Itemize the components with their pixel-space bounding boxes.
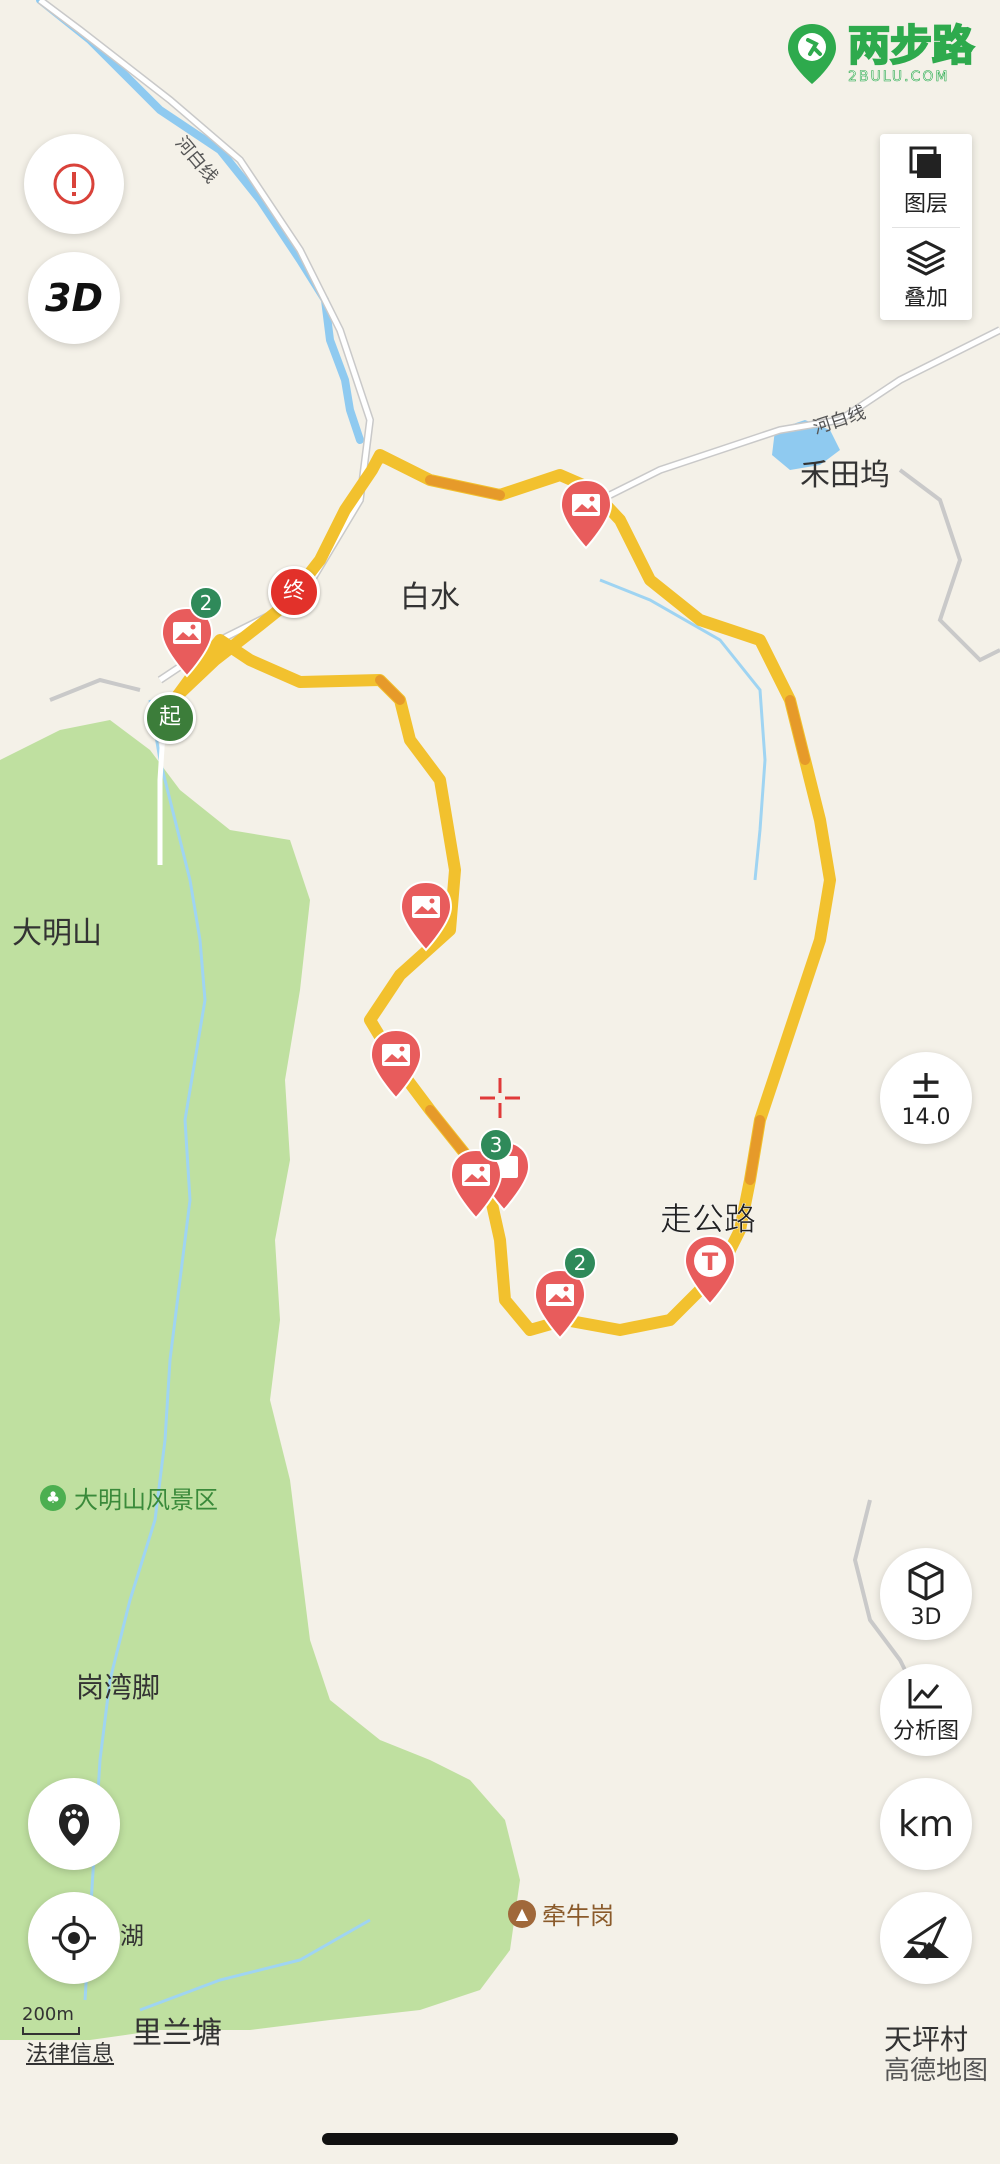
cube-3d-label: 3D <box>910 1604 942 1630</box>
start-marker[interactable]: 起 <box>144 692 196 744</box>
place-baishui: 白水 <box>400 580 460 615</box>
mountain-peak-icon: ▲ <box>508 1899 536 1928</box>
cube-icon <box>908 1561 944 1600</box>
scenic-icon: ♣ <box>40 1484 66 1511</box>
alert-icon <box>53 163 95 205</box>
scale-value: 200m <box>22 2004 74 2025</box>
road-east-wiggle <box>898 468 1000 663</box>
photo-count-badge: 2 <box>189 586 223 620</box>
threeD-toggle-button[interactable]: 3D <box>28 252 120 344</box>
brand-pin-icon <box>788 24 836 84</box>
scale-line <box>22 2027 80 2035</box>
map-stage[interactable]: 两步路 2BULU.COM 3D 图层 叠加 白水 禾田坞 大明山 ♣ 大明山风… <box>0 0 1000 2164</box>
photo-pin-2[interactable] <box>558 478 614 550</box>
cube-3d-button[interactable]: 3D <box>880 1548 972 1640</box>
footprint-icon <box>59 1804 89 1846</box>
locate-button[interactable] <box>28 1892 120 1984</box>
layers-button[interactable]: 图层 <box>880 134 972 227</box>
compass-icon <box>903 1916 949 1960</box>
road-lower-left <box>49 677 141 702</box>
overlay-label: 叠加 <box>903 285 948 311</box>
poi-qianniugang[interactable]: ▲ 牵牛岗 <box>508 1896 614 1931</box>
overlay-stack-icon <box>906 240 946 275</box>
center-crosshair <box>480 1078 520 1118</box>
legal-link[interactable]: 法律信息 <box>26 2036 114 2068</box>
brand-logo: 两步路 2BULU.COM <box>786 21 975 86</box>
scale-bar: 200m <box>22 2004 80 2035</box>
river-east <box>599 578 767 881</box>
end-marker[interactable]: 终 <box>268 566 320 618</box>
place-damingshan: 大明山 <box>12 916 102 951</box>
analysis-label: 分析图 <box>892 1719 959 1744</box>
brand-name: 两步路 <box>847 21 975 70</box>
overlay-button[interactable]: 叠加 <box>880 228 972 321</box>
footprint-button[interactable] <box>28 1778 120 1870</box>
photo-count-badge: 3 <box>479 1128 513 1162</box>
zoom-plus-minus-icon: ± <box>909 1061 943 1108</box>
map-canvas[interactable] <box>0 0 1000 2164</box>
map-provider: 高德地图 <box>884 2056 989 2086</box>
home-indicator <box>322 2133 678 2145</box>
photo-pin-4[interactable] <box>368 1028 424 1100</box>
alert-button[interactable] <box>24 134 124 234</box>
road-marker-icon: T <box>683 1234 737 1306</box>
threeD-icon: 3D <box>45 276 103 320</box>
layers-icon <box>909 146 941 178</box>
compass-button[interactable] <box>880 1892 972 1984</box>
zoom-level: 14.0 <box>901 1104 951 1130</box>
layers-panel: 图层 叠加 <box>880 134 972 320</box>
road-marker-pin[interactable]: T <box>682 1234 738 1306</box>
photo-pin-3[interactable] <box>398 880 454 952</box>
scenic-label: 大明山风景区 <box>74 1486 218 1514</box>
unit-label: km <box>898 1803 954 1845</box>
layers-label: 图层 <box>903 191 948 217</box>
chart-icon <box>908 1679 942 1709</box>
brand-sub: 2BULU.COM <box>848 69 950 86</box>
place-hu: 湖 <box>120 1922 144 1950</box>
photo-count-badge: 2 <box>563 1246 597 1280</box>
place-hetianwu: 禾田坞 <box>800 458 890 493</box>
poi-damingshan-scenic[interactable]: ♣ 大明山风景区 <box>40 1480 218 1515</box>
photo-pin-icon <box>559 478 613 550</box>
photo-pin-icon <box>369 1028 423 1100</box>
photo-pin-icon <box>399 880 453 952</box>
place-gangwanjiao: 岗湾脚 <box>76 1671 161 1704</box>
peak-label: 牵牛岗 <box>542 1902 614 1930</box>
analysis-button[interactable]: 分析图 <box>880 1664 972 1756</box>
locate-icon <box>52 1916 96 1960</box>
unit-toggle-button[interactable]: km <box>880 1778 972 1870</box>
place-lilantang: 里兰塘 <box>132 2016 222 2051</box>
zoom-button[interactable]: ± 14.0 <box>880 1052 972 1144</box>
road-marker-letter: T <box>702 1248 719 1276</box>
